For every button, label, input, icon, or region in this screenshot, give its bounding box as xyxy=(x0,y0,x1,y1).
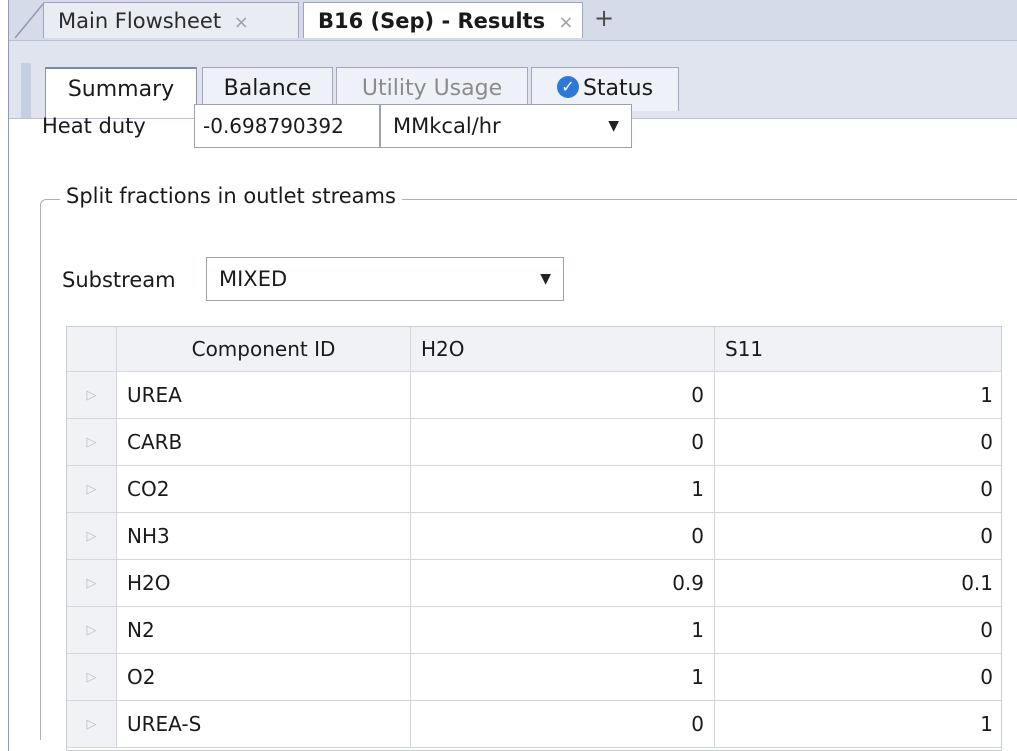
component-id-cell[interactable]: UREA-S xyxy=(117,701,411,748)
substream-label: Substream xyxy=(62,268,176,292)
h2o-fraction-cell[interactable]: 0 xyxy=(411,419,715,466)
component-id-cell[interactable]: O2 xyxy=(117,654,411,701)
row-selector-icon[interactable]: ▷ xyxy=(67,654,117,701)
tab-main-flowsheet-label: Main Flowsheet xyxy=(58,9,222,33)
h2o-fraction-cell[interactable]: 1 xyxy=(411,466,715,513)
row-selector-icon[interactable]: ▷ xyxy=(67,513,117,560)
s11-fraction-cell[interactable]: 0 xyxy=(715,466,1001,513)
heat-duty-input[interactable] xyxy=(194,104,380,148)
s11-fraction-cell[interactable]: 1 xyxy=(715,701,1001,748)
component-id-cell[interactable]: CO2 xyxy=(117,466,411,513)
dropdown-arrow-icon: ▼ xyxy=(608,118,619,134)
tab-b16-results-label: B16 (Sep) - Results xyxy=(318,9,546,33)
component-id-cell[interactable]: NH3 xyxy=(117,513,411,560)
results-window: Main Flowsheet × B16 (Sep) - Results × +… xyxy=(0,0,1017,751)
heat-duty-label: Heat duty xyxy=(42,114,146,138)
table-corner xyxy=(67,327,117,372)
tab-summary-label: Summary xyxy=(67,77,175,102)
tab-status-label: Status xyxy=(582,76,654,101)
component-id-cell[interactable]: N2 xyxy=(117,607,411,654)
tab-summary[interactable]: Summary xyxy=(45,67,197,119)
row-selector-icon[interactable]: ▷ xyxy=(67,419,117,466)
row-selector-icon[interactable]: ▷ xyxy=(67,372,117,419)
add-tab-icon[interactable]: + xyxy=(589,4,619,34)
dropdown-arrow-icon: ▼ xyxy=(540,271,551,287)
tab-main-flowsheet[interactable]: Main Flowsheet × xyxy=(43,2,299,38)
s11-fraction-cell[interactable]: 0 xyxy=(715,607,1001,654)
h2o-fraction-cell[interactable]: 0 xyxy=(411,701,715,748)
s11-fraction-cell[interactable]: 0 xyxy=(715,654,1001,701)
s11-fraction-cell[interactable]: 1 xyxy=(715,372,1001,419)
column-header-component-id[interactable]: Component ID xyxy=(117,327,411,372)
split-fractions-table: Component ID H2O S11 ▷ UREA 0 1 ▷ CARB 0 0 ▷ CO2 1… xyxy=(66,326,1002,751)
substream-value: MIXED xyxy=(219,267,288,291)
close-icon[interactable]: × xyxy=(234,12,249,33)
tab-utility-usage-label: Utility Usage xyxy=(361,76,503,101)
split-fractions-title: Split fractions in outlet streams xyxy=(60,184,402,208)
component-id-cell[interactable]: CARB xyxy=(117,419,411,466)
tab-balance-label: Balance xyxy=(223,76,312,101)
close-icon[interactable]: × xyxy=(558,12,573,33)
row-selector-icon[interactable]: ▷ xyxy=(67,560,117,607)
heat-duty-unit-select[interactable]: MMkcal/hr ▼ xyxy=(380,104,632,148)
row-selector-icon[interactable]: ▷ xyxy=(67,607,117,654)
h2o-fraction-cell[interactable]: 1 xyxy=(411,607,715,654)
document-tab-strip: Main Flowsheet × B16 (Sep) - Results × + xyxy=(8,0,1017,40)
tab-bar-edge xyxy=(21,63,31,119)
component-id-cell[interactable]: H2O xyxy=(117,560,411,607)
s11-fraction-cell[interactable]: 0 xyxy=(715,513,1001,560)
column-header-s11[interactable]: S11 xyxy=(715,327,1001,372)
column-header-h2o[interactable]: H2O xyxy=(411,327,715,372)
h2o-fraction-cell[interactable]: 0 xyxy=(411,372,715,419)
row-selector-icon[interactable]: ▷ xyxy=(67,466,117,513)
tab-b16-results[interactable]: B16 (Sep) - Results × xyxy=(303,2,583,38)
component-id-cell[interactable]: UREA xyxy=(117,372,411,419)
h2o-fraction-cell[interactable]: 0 xyxy=(411,513,715,560)
substream-select[interactable]: MIXED ▼ xyxy=(206,257,564,301)
check-circle-icon: ✓ xyxy=(556,76,579,98)
s11-fraction-cell[interactable]: 0 xyxy=(715,419,1001,466)
row-selector-icon[interactable]: ▷ xyxy=(67,701,117,748)
h2o-fraction-cell[interactable]: 1 xyxy=(411,654,715,701)
s11-fraction-cell[interactable]: 0.1 xyxy=(715,560,1001,607)
h2o-fraction-cell[interactable]: 0.9 xyxy=(411,560,715,607)
heat-duty-unit-value: MMkcal/hr xyxy=(393,114,501,138)
